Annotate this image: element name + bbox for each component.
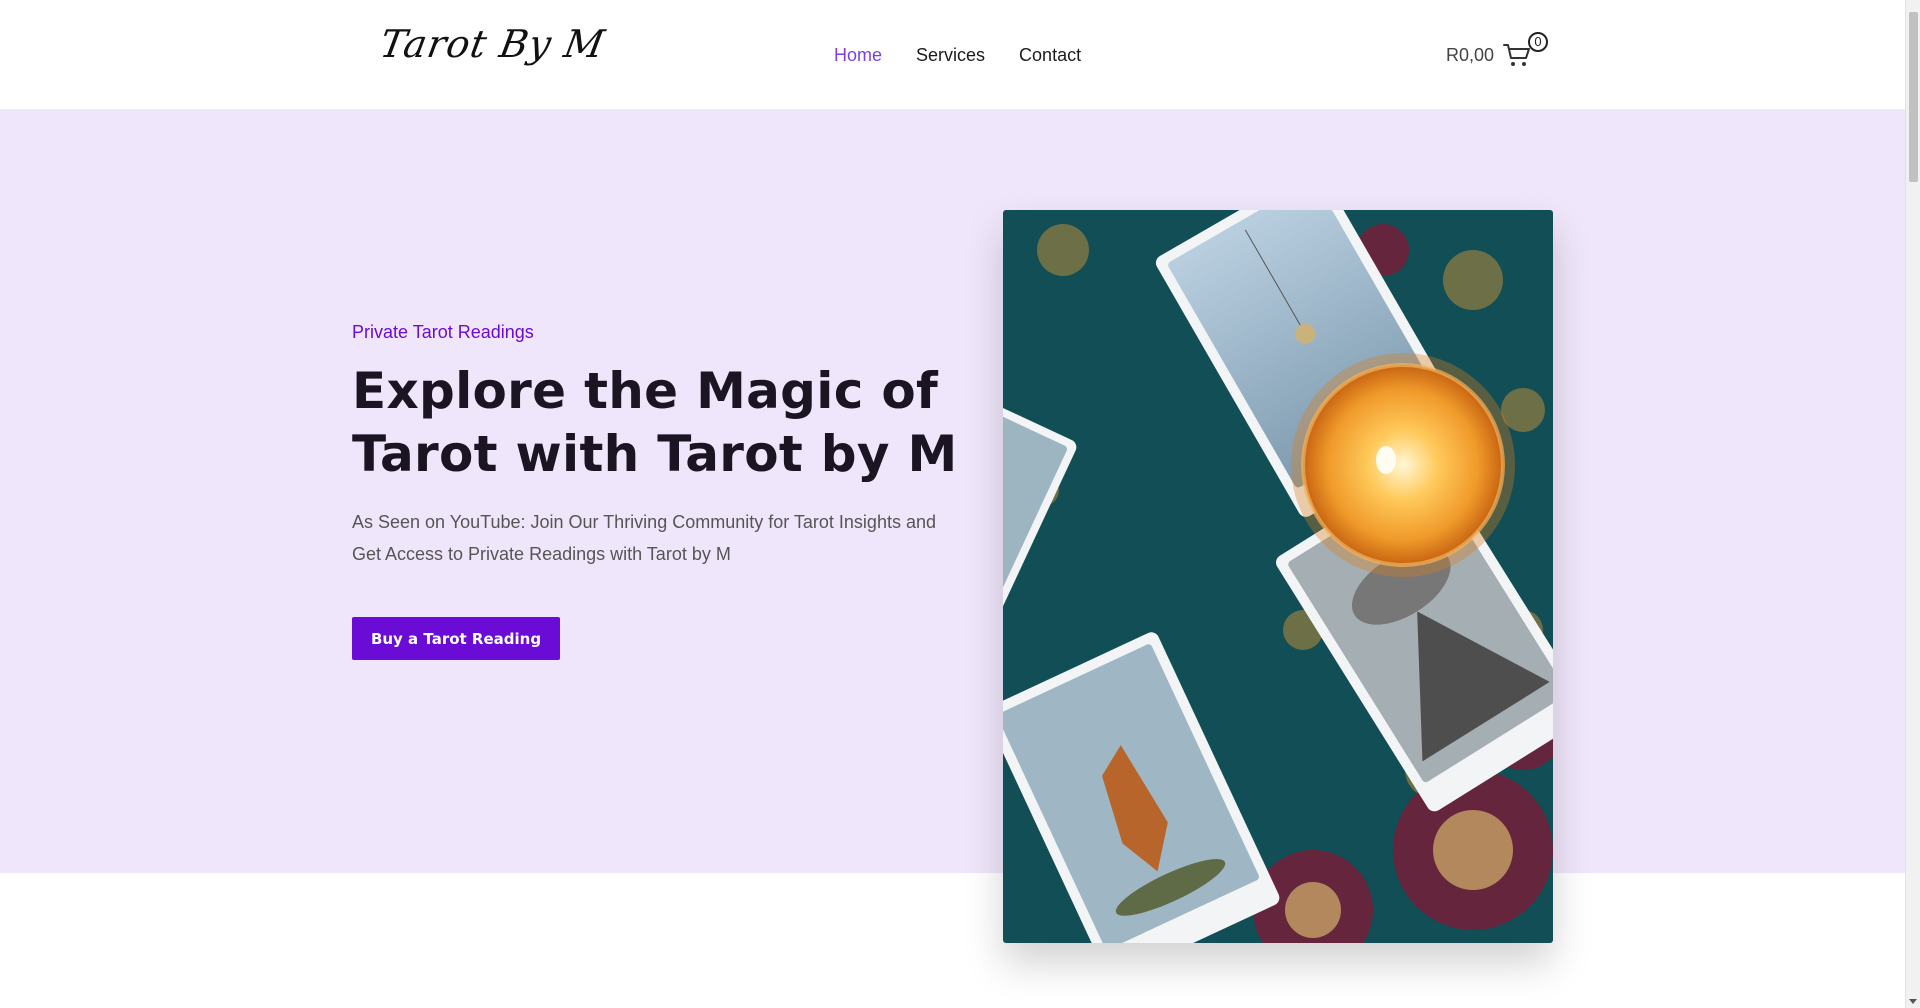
scrollbar-thumb[interactable] — [1909, 12, 1918, 182]
main-nav: Home Services Contact — [834, 43, 1115, 67]
hero-description: As Seen on YouTube: Join Our Thriving Co… — [352, 512, 936, 564]
buy-reading-button[interactable]: Buy a Tarot Reading — [352, 617, 560, 660]
site-logo[interactable]: Tarot By M — [375, 22, 609, 74]
cart-icon[interactable]: 0 — [1502, 32, 1549, 70]
hero-kicker: Private Tarot Readings — [352, 322, 534, 342]
page-scrollbar[interactable] — [1905, 0, 1920, 1008]
cart-count-badge: 0 — [1528, 32, 1549, 52]
tarot-photo-illustration — [1003, 210, 1553, 943]
cart-widget[interactable]: R0,00 0 — [1446, 32, 1549, 70]
nav-services[interactable]: Services — [916, 43, 985, 67]
nav-contact[interactable]: Contact — [1019, 43, 1081, 67]
nav-home[interactable]: Home — [834, 43, 882, 67]
site-header: Tarot By M Home Services Contact R0,00 0 — [0, 0, 1905, 109]
hero-image-tarot-cards-candle — [1003, 210, 1553, 943]
cart-amount[interactable]: R0,00 — [1446, 45, 1494, 66]
hero-headline: Explore the Magic of Tarot with Tarot by… — [352, 362, 958, 483]
hero-section — [0, 109, 1905, 873]
chevron-down-icon[interactable] — [1909, 999, 1917, 1004]
